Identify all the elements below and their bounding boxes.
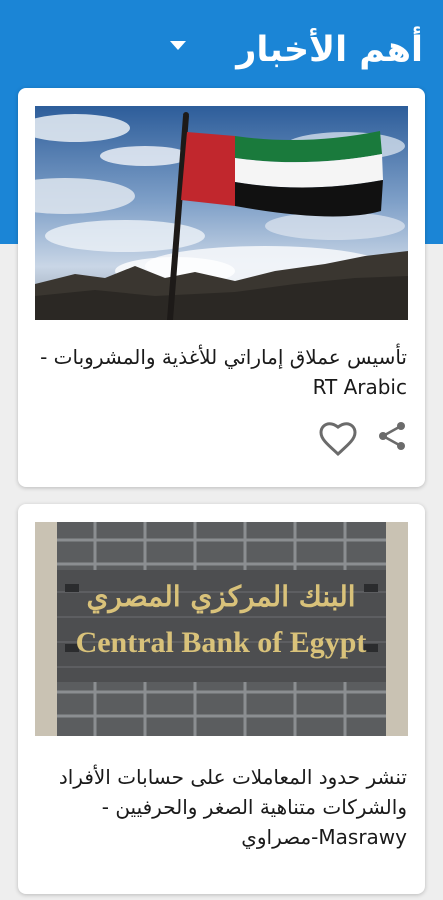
bank-sign-arabic: البنك المركزي المصري bbox=[86, 580, 355, 614]
news-card[interactable]: البنك المركزي المصري Central Bank of Egy… bbox=[18, 504, 425, 894]
news-card[interactable]: تأسيس عملاق إماراتي للأغذية والمشروبات -… bbox=[18, 88, 425, 487]
share-icon[interactable] bbox=[377, 421, 407, 451]
central-bank-of-egypt-photo: البنك المركزي المصري Central Bank of Egy… bbox=[35, 522, 408, 736]
article-headline[interactable]: تنشر حدود المعاملات على حسابات الأفراد و… bbox=[35, 762, 407, 852]
article-image[interactable] bbox=[35, 106, 408, 320]
article-headline[interactable]: تأسيس عملاق إماراتي للأغذية والمشروبات -… bbox=[35, 342, 407, 402]
article-image[interactable]: البنك المركزي المصري Central Bank of Egy… bbox=[35, 522, 408, 736]
uae-flag-photo bbox=[35, 106, 408, 320]
app-header: أهم الأخبار bbox=[0, 0, 443, 88]
bank-sign-english: Central Bank of Egypt bbox=[76, 626, 367, 659]
caret-down-icon[interactable] bbox=[170, 41, 186, 50]
heart-icon[interactable] bbox=[318, 421, 358, 457]
section-title[interactable]: أهم الأخبار bbox=[236, 28, 423, 72]
